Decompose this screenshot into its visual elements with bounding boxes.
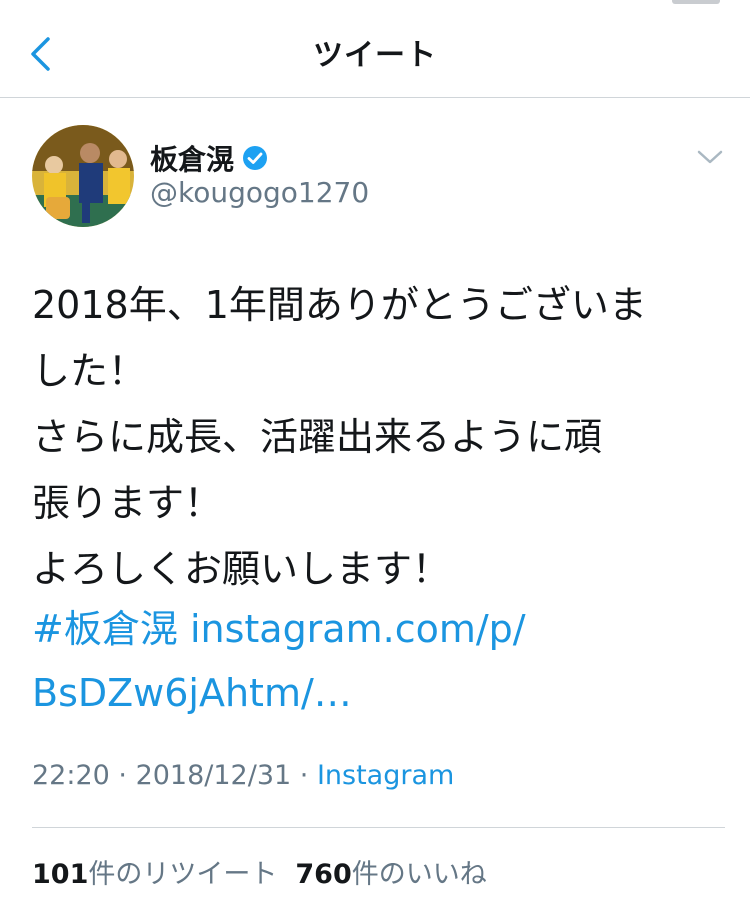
source-link[interactable]: Instagram <box>317 760 454 791</box>
tweet-line: よろしくお願いします！ <box>32 547 451 591</box>
instagram-url-link-continued[interactable]: BsDZw6jAhtm/… <box>32 661 722 725</box>
tweet-time: 22:20 <box>32 760 110 791</box>
likes-stat[interactable]: 760件のいいね <box>295 859 486 890</box>
retweets-label: 件のリツイート <box>88 859 278 890</box>
tweet-line: 張ります！ <box>32 481 223 525</box>
scroll-indicator <box>672 0 720 4</box>
page-title: ツイート <box>313 38 437 73</box>
tweet-stats: 101件のリツイート 760件のいいね <box>32 852 487 891</box>
chevron-down-icon <box>697 150 723 164</box>
separator: · <box>109 760 136 791</box>
avatar-photo <box>32 125 134 227</box>
retweets-stat[interactable]: 101件のリツイート <box>32 859 277 890</box>
tweet-line: した！ <box>32 349 147 393</box>
top-nav-bar: ツイート <box>0 0 750 98</box>
separator: · <box>291 760 317 791</box>
likes-count: 760 <box>295 859 352 890</box>
more-options-button[interactable] <box>694 145 726 169</box>
verified-badge-icon <box>242 145 268 171</box>
author-name-text: 板倉滉 <box>150 143 235 176</box>
tweet-text: 2018年、1年間ありがとうございま した！ さらに成長、活躍出来るように頑 張… <box>32 272 722 602</box>
retweets-count: 101 <box>32 859 89 890</box>
tweet-meta: 22:20 · 2018/12/31 · Instagram <box>32 760 454 791</box>
hashtag-link[interactable]: #板倉滉 <box>32 607 178 651</box>
tweet-links: #板倉滉 instagram.com/p/ BsDZw6jAhtm/… <box>32 597 722 725</box>
instagram-url-link[interactable]: instagram.com/p/ <box>190 607 526 651</box>
author-handle[interactable]: @kougogo1270 <box>150 176 369 209</box>
divider <box>32 827 725 828</box>
author-name[interactable]: 板倉滉 <box>150 138 268 178</box>
tweet-line: さらに成長、活躍出来るように頑 <box>32 415 603 459</box>
likes-label: 件のいいね <box>351 859 487 890</box>
avatar[interactable] <box>32 125 134 227</box>
tweet-line: 2018年、1年間ありがとうございま <box>32 283 647 327</box>
tweet-date: 2018/12/31 <box>135 760 292 791</box>
